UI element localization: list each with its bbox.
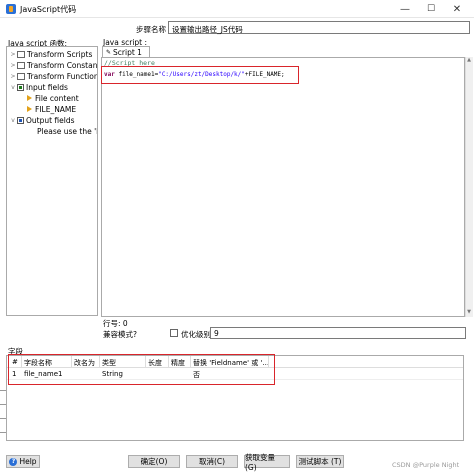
compat-mode-label: 兼容模式? — [103, 330, 137, 339]
folder-icon — [17, 61, 25, 69]
tree-item-label: Input fields — [26, 82, 68, 92]
chevron-right-icon[interactable]: > — [9, 73, 17, 80]
help-icon: ? — [9, 457, 18, 466]
tree-item-file-name[interactable]: FILE_NAME — [27, 104, 76, 114]
folder-icon — [17, 50, 25, 58]
field-arrow-icon — [27, 95, 32, 101]
chevron-right-icon[interactable]: > — [9, 51, 17, 58]
chevron-right-icon[interactable]: > — [9, 62, 17, 69]
script-tab-icon: ✎ — [106, 48, 112, 56]
tree-item-note: Please use the 'Re — [37, 126, 97, 136]
input-fields-icon — [17, 83, 24, 91]
scroll-down-icon[interactable]: ▼ — [465, 309, 473, 317]
optimization-input[interactable]: 9 — [210, 327, 466, 339]
tree-item-transform-functions[interactable]: > Transform Functions — [9, 71, 98, 81]
step-name-label: 步骤名称 — [136, 25, 166, 34]
tree-item-output-fields[interactable]: v Output fields — [9, 115, 75, 125]
close-button[interactable]: ✕ — [444, 0, 470, 18]
step-name-input[interactable]: 设置输出路径_JS代码 — [168, 21, 470, 34]
fields-highlight-box — [8, 354, 275, 385]
editor-scrollbar[interactable] — [465, 57, 473, 317]
tree-item-label: File content — [35, 93, 79, 103]
optimization-label: 优化级别 — [181, 330, 211, 339]
tree-item-label: Output fields — [26, 115, 75, 125]
help-button[interactable]: ? Help — [6, 455, 40, 468]
clipped-edge-mark — [0, 418, 6, 419]
get-variables-button[interactable]: 获取变量 (G) — [244, 453, 290, 472]
tab-script-1[interactable]: ✎ Script 1 — [102, 46, 150, 57]
watermark: CSDN @Purple Night — [392, 461, 460, 469]
compat-mode-checkbox[interactable] — [170, 329, 178, 337]
help-label: Help — [19, 457, 37, 466]
code-highlight-box — [101, 66, 299, 84]
app-icon — [6, 4, 16, 14]
maximize-button[interactable]: ☐ — [418, 0, 444, 18]
ok-button[interactable]: 确定(O) — [128, 455, 180, 468]
tree-item-transform-constants[interactable]: > Transform Constants — [9, 60, 98, 70]
tree-item-transform-scripts[interactable]: > Transform Scripts — [9, 49, 92, 59]
clipped-edge-mark — [0, 432, 6, 433]
chevron-down-icon[interactable]: v — [9, 117, 17, 124]
folder-icon — [17, 72, 25, 80]
scroll-up-icon[interactable]: ▲ — [465, 57, 473, 65]
tree-item-label: Please use the 'Re — [37, 126, 97, 136]
clipped-edge-mark — [0, 390, 6, 391]
tree-item-file-content[interactable]: File content — [27, 93, 79, 103]
tree-item-label: Transform Functions — [27, 71, 98, 81]
functions-tree[interactable]: > Transform Scripts > Transform Constant… — [6, 46, 98, 316]
tree-item-label: Transform Constants — [27, 60, 98, 70]
tab-label: Script 1 — [113, 47, 142, 57]
chevron-down-icon[interactable]: v — [9, 84, 17, 91]
clipped-edge-mark — [0, 404, 6, 405]
tree-item-label: Transform Scripts — [27, 49, 93, 59]
script-editor[interactable] — [101, 57, 465, 317]
tree-item-label: FILE_NAME — [35, 104, 77, 114]
tree-item-input-fields[interactable]: v Input fields — [9, 82, 68, 92]
line-number: 行号: 0 — [103, 319, 128, 328]
window-title: JavaScript代码 — [20, 5, 77, 14]
output-fields-icon — [17, 116, 24, 124]
cancel-button[interactable]: 取消(C) — [186, 455, 238, 468]
minimize-button[interactable]: — — [392, 0, 418, 18]
test-script-button[interactable]: 测试脚本 (T) — [296, 455, 344, 468]
field-arrow-icon — [27, 106, 32, 112]
